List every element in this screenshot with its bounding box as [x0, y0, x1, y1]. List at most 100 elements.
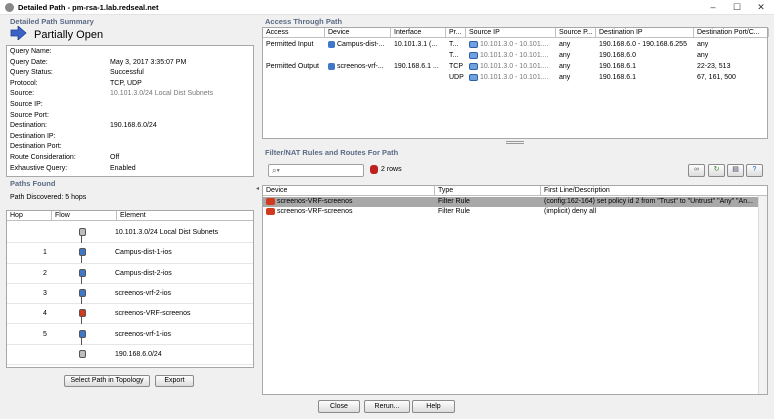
summary-field-label: Source IP:	[10, 101, 43, 108]
filter-row[interactable]: screenos-VRF-screenos Filter Rule (implici…	[263, 207, 767, 217]
access-cell-device	[325, 50, 391, 61]
access-cell-dport: any	[694, 50, 769, 61]
filter-row[interactable]: screenos-VRF-screenos Filter Rule (config:…	[263, 197, 767, 207]
close-button[interactable]: Close	[318, 400, 360, 413]
access-cell-access	[263, 50, 325, 61]
access-cell-iface: 190.168.6.1 ...	[391, 61, 446, 72]
summary-field-label: Route Consideration:	[10, 154, 76, 161]
access-row[interactable]: T... 10.101.3.0 - 10.101.... any 190.168.6.…	[263, 50, 767, 61]
access-cell-sport: any	[556, 72, 596, 83]
filter-scrollbar[interactable]	[758, 196, 767, 394]
path-hop: 1	[43, 249, 47, 257]
access-cell-text: screenos-vrf-...	[337, 63, 384, 70]
access-row[interactable]: Permitted Input Campus-dist-... 10.101.3.1…	[263, 39, 767, 50]
path-row[interactable]: 3 screenos-vrf-2-ios	[7, 284, 253, 305]
access-row[interactable]: UDP 10.101.3.0 - 10.101.... any 190.168.6.1…	[263, 72, 767, 83]
access-cell-src: 10.101.3.0 - 10.101....	[466, 39, 556, 50]
rerun-button[interactable]: Rerun...	[364, 400, 410, 413]
col-hop[interactable]: Hop	[7, 211, 52, 220]
select-path-button[interactable]: Select Path in Topology	[64, 375, 150, 387]
access-col-header[interactable]: Source IP	[466, 28, 556, 37]
access-row[interactable]: Permitted Output screenos-vrf-... 190.168.…	[263, 61, 767, 72]
col-flow[interactable]: Flow	[52, 211, 117, 220]
summary-fields: Query Name: Query Date: May 3, 2017 3:35:0…	[6, 45, 254, 177]
access-cell-text: 22-23, 513	[697, 63, 731, 70]
access-col-header[interactable]: Pr...	[446, 28, 466, 37]
summary-field-label: Source Port:	[10, 111, 49, 119]
splitter-handle[interactable]: ◂	[256, 185, 259, 195]
refresh-button[interactable]: ↻	[708, 164, 725, 177]
summary-field-value: Successful	[110, 69, 144, 77]
columns-button[interactable]: ▤	[727, 164, 744, 177]
filter-device-text: screenos-VRF-screenos	[277, 208, 353, 215]
path-hop: 4	[43, 310, 47, 318]
minimize-button[interactable]: –	[702, 1, 724, 13]
filter-type-cell: Filter Rule	[438, 198, 470, 205]
firewall-icon	[266, 207, 275, 215]
access-cell-text: 190.168.6.0	[599, 52, 636, 59]
path-element: Campus-dist-2-ios	[115, 269, 172, 277]
access-col-header[interactable]: Access	[263, 28, 325, 37]
col-device[interactable]: Device	[263, 186, 435, 195]
access-cell-iface	[391, 72, 446, 83]
access-cell-text: UDP	[449, 74, 464, 81]
access-cell-device: Campus-dist-...	[325, 39, 391, 50]
access-cell-text: 190.168.6.0 - 190.168.6.255	[599, 41, 687, 48]
summary-field-value: 190.168.6.0/24	[110, 122, 157, 130]
filter-device-cell: screenos-VRF-screenos	[263, 207, 435, 217]
router-icon	[79, 288, 86, 297]
access-col-header[interactable]: Source P...	[556, 28, 596, 37]
find-button[interactable]: ∞	[688, 164, 705, 177]
access-cell-text: 10.101.3.0 - 10.101....	[480, 63, 549, 70]
path-row[interactable]: 2 Campus-dist-2-ios	[7, 264, 253, 284]
close-window-button[interactable]: ✕	[750, 1, 772, 13]
path-row[interactable]: 10.101.3.0/24 Local Dist Subnets	[7, 223, 253, 244]
col-desc[interactable]: First Line/Description	[541, 186, 769, 195]
path-row[interactable]: 1 Campus-dist-1-ios	[7, 243, 253, 264]
help-button[interactable]: Help	[412, 400, 455, 413]
path-row[interactable]: 4 screenos-VRF-screenos	[7, 304, 253, 325]
path-element: 190.168.6.0/24	[115, 350, 162, 358]
shield-icon	[370, 165, 378, 174]
flow-arrow	[81, 337, 82, 345]
access-cell-proto: UDP	[446, 72, 466, 83]
summary-field-label: Destination:	[10, 122, 47, 130]
device-icon	[328, 40, 335, 48]
summary-field-label: Source:	[10, 90, 35, 98]
filter-table: Device Type First Line/Description scree…	[262, 185, 768, 395]
summary-field-value: TCP, UDP	[110, 79, 142, 87]
access-cell-text: any	[559, 74, 571, 81]
access-cell-src: 10.101.3.0 - 10.101....	[466, 72, 556, 83]
ip-range-icon	[469, 73, 478, 81]
binoculars-icon: ∞	[694, 166, 699, 173]
access-col-header[interactable]: Interface	[391, 28, 446, 37]
access-col-header[interactable]: Destination Port/C...	[694, 28, 769, 37]
access-cell-text: 10.101.3.1 (...	[394, 41, 438, 48]
device-icon	[328, 62, 335, 70]
filter-search-input[interactable]: ⌕▾	[268, 164, 364, 177]
access-col-header[interactable]: Destination IP	[596, 28, 694, 37]
paths-table: Hop Flow Element 10.101.3.0/24 Local Dis…	[6, 210, 254, 368]
divider-grip[interactable]	[506, 141, 524, 144]
access-cell-text: 190.168.6.1	[599, 74, 636, 81]
access-cell-dport: any	[694, 39, 769, 50]
export-button[interactable]: Export	[155, 375, 194, 387]
maximize-button[interactable]: ☐	[726, 1, 748, 13]
col-element[interactable]: Element	[117, 211, 255, 220]
router-icon	[79, 329, 86, 338]
help-icon-button[interactable]: ?	[746, 164, 763, 177]
paths-header: Hop Flow Element	[7, 211, 253, 221]
col-type[interactable]: Type	[435, 186, 541, 195]
path-row[interactable]: 5 screenos-vrf-1-ios	[7, 325, 253, 345]
filter-header: Device Type First Line/Description	[263, 186, 767, 196]
access-cell-text: 10.101.3.0 - 10.101....	[480, 41, 549, 48]
access-col-header[interactable]: Device	[325, 28, 391, 37]
firewall-icon	[79, 309, 86, 318]
path-hop: 3	[43, 289, 47, 297]
access-section-title: Access Through Path	[265, 17, 343, 26]
path-row[interactable]: 190.168.6.0/24	[7, 345, 253, 366]
summary-field-value: May 3, 2017 3:35:07 PM	[110, 58, 187, 66]
flow-arrow	[81, 276, 82, 284]
access-cell-sport: any	[556, 39, 596, 50]
access-cell-dst: 190.168.6.1	[596, 72, 694, 83]
